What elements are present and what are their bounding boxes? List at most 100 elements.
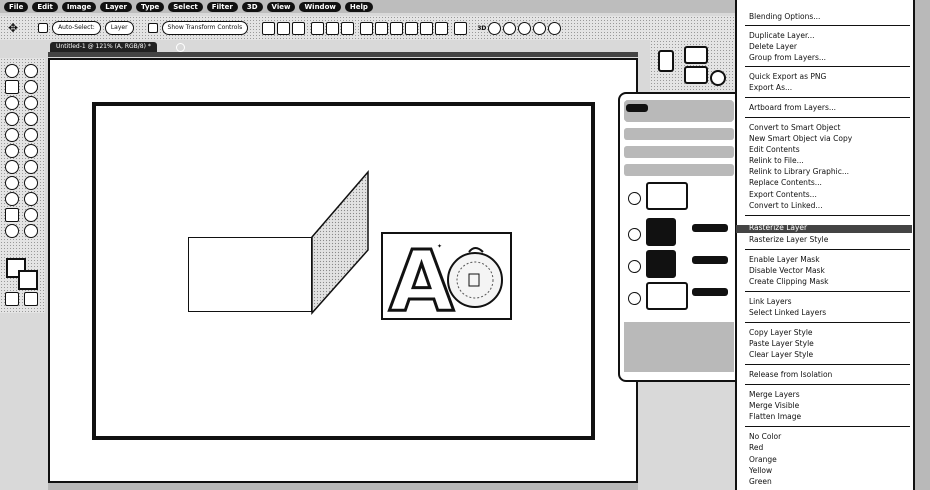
- align-left-icon[interactable]: [311, 21, 325, 35]
- swatch-icon[interactable]: [684, 46, 708, 64]
- properties-icon[interactable]: [658, 50, 674, 72]
- scale-3d-icon[interactable]: [548, 21, 562, 35]
- healing-brush-icon[interactable]: [24, 112, 38, 126]
- menu-item-orange[interactable]: Orange: [749, 455, 777, 465]
- circle-option-icon[interactable]: [710, 70, 726, 86]
- menu-item-blending-options[interactable]: Blending Options...: [749, 12, 820, 22]
- move-tool-icon[interactable]: ✥: [8, 21, 18, 35]
- roll-3d-icon[interactable]: [503, 21, 517, 35]
- eyedropper-tool-icon[interactable]: [5, 112, 19, 126]
- blend-mode-row[interactable]: [624, 146, 734, 158]
- menu-item-flatten-image[interactable]: Flatten Image: [749, 412, 801, 422]
- menu-item-yellow[interactable]: Yellow: [749, 466, 772, 476]
- auto-align-icon[interactable]: [454, 21, 468, 35]
- slide-3d-icon[interactable]: [533, 21, 547, 35]
- menu-view[interactable]: View: [266, 1, 296, 12]
- menu-filter[interactable]: Filter: [206, 1, 238, 12]
- menu-select[interactable]: Select: [168, 1, 203, 12]
- brush-tool-icon[interactable]: [5, 128, 19, 142]
- align-bottom-icon[interactable]: [292, 21, 306, 35]
- menu-item-disable-vector-mask[interactable]: Disable Vector Mask: [749, 266, 825, 276]
- drag-3d-icon[interactable]: [518, 21, 532, 35]
- align-center-icon[interactable]: [326, 21, 340, 35]
- menu-item-create-clipping-mask[interactable]: Create Clipping Mask: [749, 277, 829, 287]
- auto-select-checkbox[interactable]: [38, 23, 49, 33]
- rectangle-tool-icon[interactable]: [5, 208, 19, 222]
- menu-type[interactable]: Type: [136, 1, 165, 12]
- menu-file[interactable]: File: [4, 1, 29, 12]
- menu-item-enable-layer-mask[interactable]: Enable Layer Mask: [749, 255, 820, 265]
- distribute-center-icon[interactable]: [420, 21, 434, 35]
- menu-item-merge-visible[interactable]: Merge Visible: [749, 401, 799, 411]
- quick-mask-icon[interactable]: [5, 292, 19, 306]
- quick-select-tool-icon[interactable]: [5, 96, 19, 110]
- layer-filter-bar[interactable]: [624, 128, 734, 140]
- menu-item-no-color[interactable]: No Color: [749, 432, 781, 442]
- dodge-tool-icon[interactable]: [5, 176, 19, 190]
- menu-item-rasterize-layer-style[interactable]: Rasterize Layer Style: [749, 235, 828, 245]
- type-tool-icon[interactable]: [5, 192, 19, 206]
- menu-item-relink-to-library-graphic[interactable]: Relink to Library Graphic...: [749, 167, 849, 177]
- menu-edit[interactable]: Edit: [32, 1, 58, 12]
- auto-select-dropdown[interactable]: Layer: [104, 21, 134, 35]
- menu-3d[interactable]: 3D: [241, 1, 263, 12]
- background-color-swatch[interactable]: [18, 270, 38, 290]
- screen-mode-icon[interactable]: [24, 292, 38, 306]
- menu-item-paste-layer-style[interactable]: Paste Layer Style: [749, 339, 814, 349]
- menu-item-relink-to-file[interactable]: Relink to File...: [749, 156, 804, 166]
- history-brush-icon[interactable]: [5, 144, 19, 158]
- visibility-eye-icon[interactable]: [628, 192, 641, 205]
- lasso-tool-icon[interactable]: [24, 80, 38, 94]
- crop-tool-icon[interactable]: [24, 96, 38, 110]
- more-tools-icon[interactable]: [24, 224, 38, 238]
- marquee-tool-icon[interactable]: [5, 80, 19, 94]
- menu-item-rasterize-layer[interactable]: Rasterize Layer: [749, 223, 807, 233]
- distribute-top-icon[interactable]: [360, 21, 374, 35]
- menu-item-group-from-layers[interactable]: Group from Layers...: [749, 53, 826, 63]
- path-select-icon[interactable]: [24, 192, 38, 206]
- menu-item-convert-to-smart-object[interactable]: Convert to Smart Object: [749, 123, 840, 133]
- menu-item-clear-layer-style[interactable]: Clear Layer Style: [749, 350, 813, 360]
- menu-layer[interactable]: Layer: [100, 1, 132, 12]
- orbit-3d-icon[interactable]: [488, 21, 502, 35]
- zoom-tool-icon[interactable]: [5, 224, 19, 238]
- menu-item-select-linked-layers[interactable]: Select Linked Layers: [749, 308, 826, 318]
- menu-window[interactable]: Window: [299, 1, 341, 12]
- show-transform-label[interactable]: Show Transform Controls: [161, 21, 249, 35]
- menu-item-red[interactable]: Red: [749, 443, 763, 453]
- menu-item-edit-contents[interactable]: Edit Contents: [749, 145, 800, 155]
- visibility-eye-icon[interactable]: [628, 292, 641, 305]
- align-middle-icon[interactable]: [277, 21, 291, 35]
- move-tool-icon[interactable]: [5, 64, 19, 78]
- show-transform-checkbox[interactable]: [147, 23, 158, 33]
- layer-row[interactable]: [626, 282, 736, 314]
- layer-row[interactable]: [626, 218, 736, 250]
- menu-item-quick-export-png[interactable]: Quick Export as PNG: [749, 72, 826, 82]
- layers-tab[interactable]: [626, 104, 648, 112]
- menu-item-merge-layers[interactable]: Merge Layers: [749, 390, 800, 400]
- menu-item-export-contents[interactable]: Export Contents...: [749, 190, 817, 200]
- menu-item-new-smart-object-via-copy[interactable]: New Smart Object via Copy: [749, 134, 852, 144]
- rectangle-shape[interactable]: [188, 237, 312, 312]
- menu-image[interactable]: Image: [61, 1, 97, 12]
- menu-item-copy-layer-style[interactable]: Copy Layer Style: [749, 328, 813, 338]
- distribute-bottom-icon[interactable]: [390, 21, 404, 35]
- menu-item-delete-layer[interactable]: Delete Layer: [749, 42, 797, 52]
- layer-row[interactable]: [626, 182, 736, 214]
- menu-item-release-from-isolation[interactable]: Release from Isolation: [749, 370, 832, 380]
- menu-item-convert-to-linked[interactable]: Convert to Linked...: [749, 201, 823, 211]
- image-layer[interactable]: A ✦: [381, 232, 512, 320]
- visibility-eye-icon[interactable]: [628, 228, 641, 241]
- hand-tool-icon[interactable]: [24, 208, 38, 222]
- clone-stamp-icon[interactable]: [24, 128, 38, 142]
- menu-item-duplicate-layer[interactable]: Duplicate Layer...: [749, 31, 815, 41]
- menu-item-export-as[interactable]: Export As...: [749, 83, 792, 93]
- visibility-eye-icon[interactable]: [628, 260, 641, 273]
- parallelogram-shape[interactable]: [310, 170, 370, 315]
- align-top-icon[interactable]: [262, 21, 276, 35]
- menu-item-link-layers[interactable]: Link Layers: [749, 297, 792, 307]
- layer-row[interactable]: [626, 250, 736, 282]
- distribute-right-icon[interactable]: [435, 21, 449, 35]
- artboard-tool-icon[interactable]: [24, 64, 38, 78]
- menu-item-replace-contents[interactable]: Replace Contents...: [749, 178, 822, 188]
